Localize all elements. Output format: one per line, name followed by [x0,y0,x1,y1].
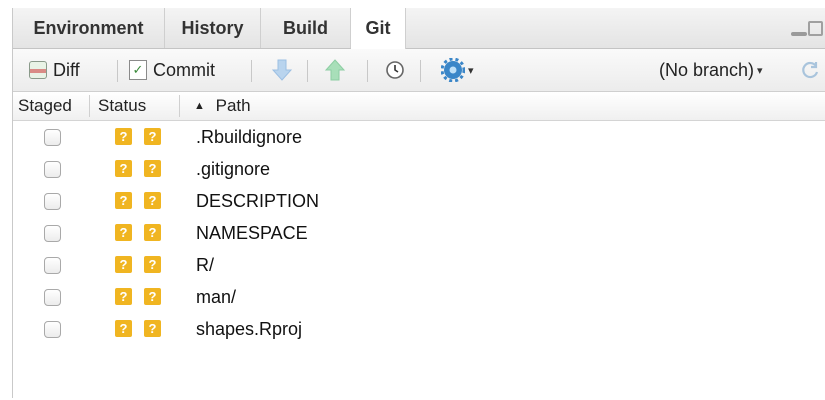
status-badge: ? [144,288,161,305]
status-badge: ? [144,224,161,241]
status-column-header[interactable]: Status [98,92,146,120]
file-path: shapes.Rproj [196,319,303,339]
file-path: .Rbuildignore [196,127,303,147]
staged-checkbox[interactable] [44,321,61,338]
status-badge: ? [144,128,161,145]
pull-arrow-icon [271,59,293,81]
column-header: Staged Status ▲ Path [13,92,825,121]
file-row[interactable]: ? ? NAMESPACE [13,217,825,249]
status-badge: ? [144,320,161,337]
diff-icon [29,61,47,79]
file-list: ? ? .Rbuildignore ? ? .gitignore ? ? DES… [13,121,825,345]
column-divider [179,95,180,117]
gear-icon [441,58,465,82]
toolbar-divider [307,60,308,82]
history-button[interactable] [385,49,405,91]
refresh-icon [802,61,819,79]
staged-checkbox[interactable] [44,257,61,274]
status-badge: ? [115,320,132,337]
staged-checkbox[interactable] [44,161,61,178]
file-path: man/ [196,287,237,307]
status-badge: ? [115,256,132,273]
history-clock-icon [386,61,404,79]
status-badge: ? [144,160,161,177]
status-badge: ? [144,192,161,209]
minimize-icon[interactable] [791,32,807,36]
staged-column-header[interactable]: Staged [18,92,72,120]
file-row[interactable]: ? ? DESCRIPTION [13,185,825,217]
file-row[interactable]: ? ? .gitignore [13,153,825,185]
file-row[interactable]: ? ? .Rbuildignore [13,121,825,153]
more-menu-button[interactable]: ▾ [441,49,474,91]
pull-button[interactable] [271,49,293,91]
path-column-label: Path [215,96,251,115]
push-arrow-icon [324,59,346,81]
file-row[interactable]: ? ? shapes.Rproj [13,313,825,345]
status-badge: ? [115,160,132,177]
diff-label: Diff [53,59,80,80]
file-row[interactable]: ? ? man/ [13,281,825,313]
toolbar-divider [420,60,421,82]
commit-icon: ✓ [129,60,147,80]
staged-checkbox[interactable] [44,289,61,306]
tab-environment[interactable]: Environment [13,8,165,48]
chevron-down-icon: ▾ [757,64,763,77]
refresh-button[interactable] [801,49,821,91]
status-badge: ? [115,128,132,145]
git-toolbar: Diff ✓ Commit ▾ (No branch) ▾ [13,49,825,92]
chevron-down-icon: ▾ [468,64,474,77]
status-badge: ? [115,288,132,305]
staged-checkbox[interactable] [44,225,61,242]
commit-label: Commit [153,59,215,80]
toolbar-divider [117,60,118,82]
column-divider [89,95,90,117]
tab-build[interactable]: Build [261,8,351,48]
staged-checkbox[interactable] [44,129,61,146]
status-badge: ? [115,192,132,209]
branch-label: (No branch) [659,59,755,80]
file-path: DESCRIPTION [196,191,320,211]
sort-ascending-icon: ▲ [194,100,205,112]
path-column-header[interactable]: ▲ Path [194,92,251,120]
git-pane: Environment History Build Git Diff ✓ Com… [12,8,825,398]
tab-bar: Environment History Build Git [13,8,825,49]
file-path: NAMESPACE [196,223,308,243]
staged-checkbox[interactable] [44,193,61,210]
push-button[interactable] [324,49,346,91]
status-badge: ? [144,256,161,273]
branch-dropdown[interactable]: (No branch) ▾ [659,49,763,91]
diff-button[interactable]: Diff [29,49,80,91]
file-row[interactable]: ? ? R/ [13,249,825,281]
maximize-icon[interactable] [808,21,823,36]
toolbar-divider [367,60,368,82]
tab-git[interactable]: Git [351,8,406,49]
tab-history[interactable]: History [165,8,261,48]
toolbar-divider [251,60,252,82]
file-path: R/ [196,255,214,275]
file-path: .gitignore [196,159,271,179]
commit-button[interactable]: ✓ Commit [129,49,215,91]
status-badge: ? [115,224,132,241]
